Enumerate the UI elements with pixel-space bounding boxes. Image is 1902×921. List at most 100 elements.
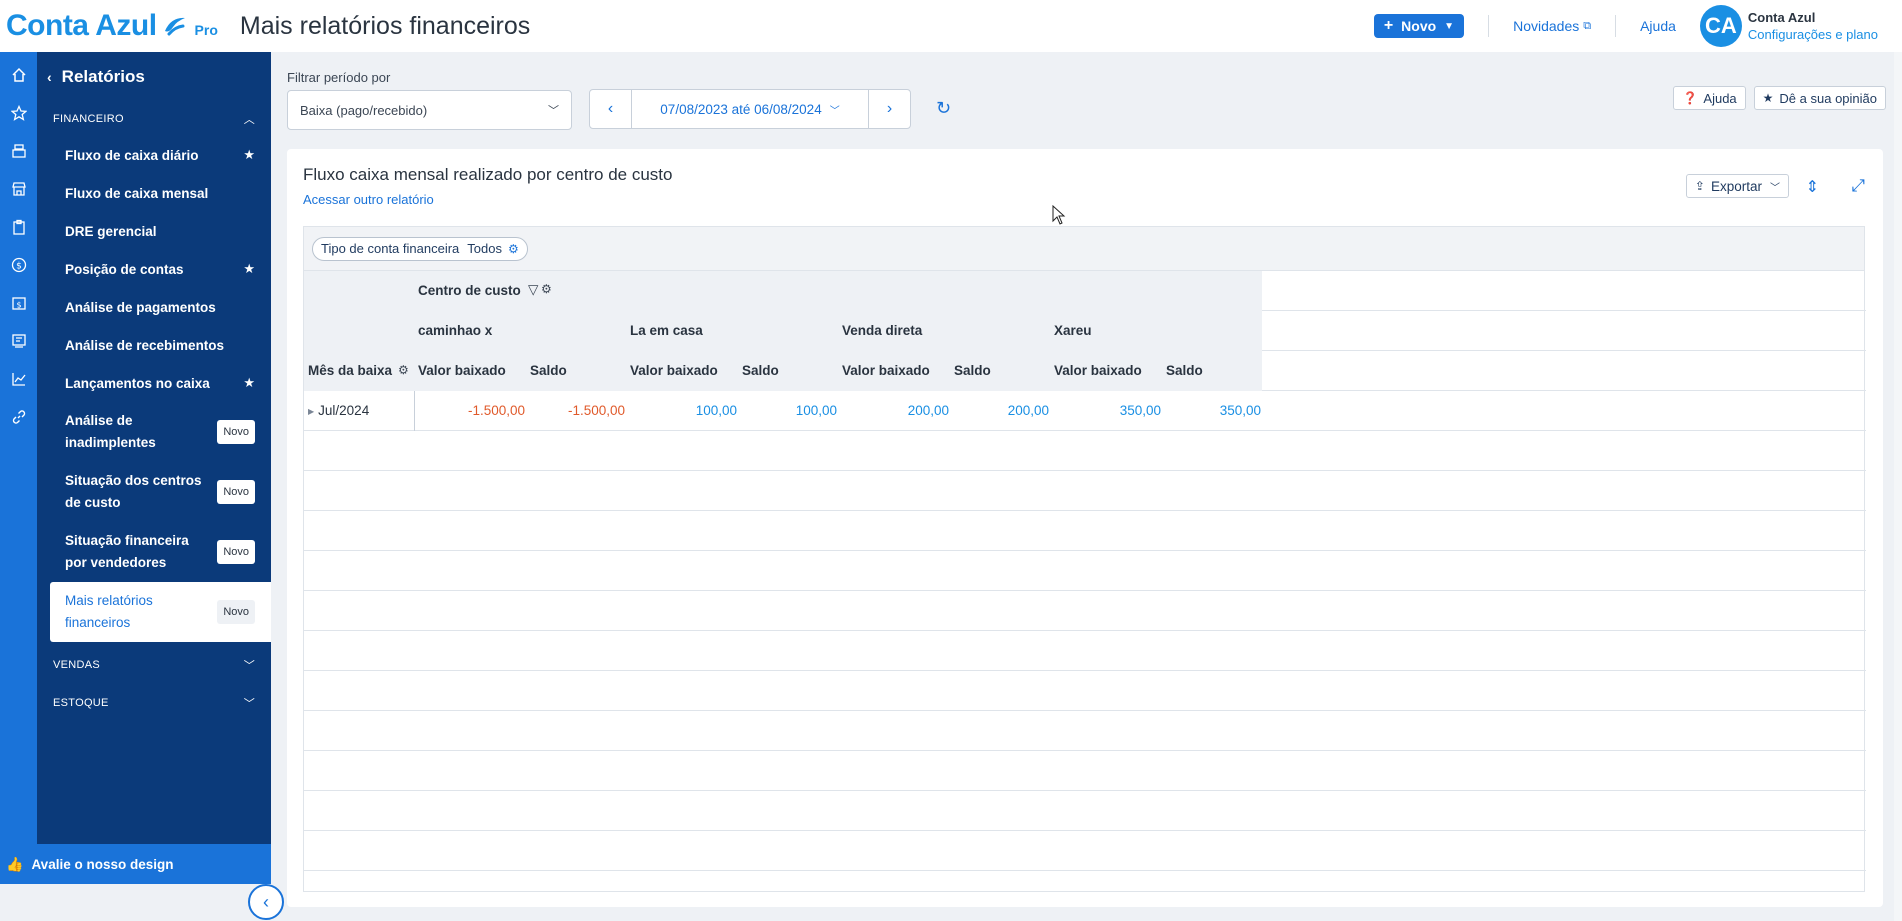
sidebar-item-label: Posição de contas <box>65 261 184 277</box>
receipt-icon[interactable] <box>0 322 37 360</box>
fullscreen-icon[interactable]: ⤢ <box>1851 176 1865 196</box>
empty-row <box>304 591 1866 631</box>
sidebar-item-analise-pagamentos[interactable]: Análise de pagamentos <box>37 288 271 326</box>
brand-logo[interactable]: Conta Azul Pro <box>6 9 218 43</box>
star-filled-icon[interactable]: ★ <box>243 375 255 391</box>
empty-row <box>304 791 1866 831</box>
account-settings-link[interactable]: Configurações e plano <box>1748 26 1878 43</box>
page-scrollbar[interactable] <box>1894 52 1902 921</box>
center-header-venda-direta: Venda direta <box>842 323 923 338</box>
empty-row <box>304 751 1866 791</box>
feedback-button[interactable]: ★ Dê a sua opinião <box>1753 86 1886 110</box>
feedback-button-label: Dê a sua opinião <box>1779 90 1877 106</box>
empty-row <box>304 471 1866 511</box>
news-link[interactable]: Novidades ⧉ <box>1489 18 1615 34</box>
new-badge: Novo <box>217 540 255 564</box>
sidebar-item-situacao-centros-custo[interactable]: Situação dos centros de custo Novo <box>37 462 271 522</box>
link-icon[interactable] <box>0 398 37 436</box>
expand-triangle-icon[interactable]: ▶ <box>308 407 314 416</box>
new-button-label: Novo <box>1401 18 1437 34</box>
account-name: Conta Azul <box>1747 10 1816 25</box>
help-buttons: ❓ Ajuda ★ Dê a sua opinião <box>1673 86 1886 110</box>
collapse-sidebar-button[interactable]: ‹ <box>248 884 284 920</box>
next-period-button[interactable]: › <box>868 90 910 128</box>
sidebar-item-fluxo-caixa-diario[interactable]: Fluxo de caixa diário ★ <box>37 136 271 174</box>
date-range-dropdown[interactable]: 07/08/2023 até 06/08/2024 ﹀ <box>632 90 868 128</box>
sidebar-item-label: Lançamentos no caixa <box>65 375 210 391</box>
empty-row <box>304 671 1866 711</box>
sidebar-item-analise-inadimplentes[interactable]: Análise de inadimplentes Novo <box>37 402 271 462</box>
cost-center-header: Centro de custo <box>418 283 521 298</box>
pivot-table: Tipo de conta financeira Todos ⚙ Centro … <box>303 226 1866 892</box>
row-label[interactable]: ▶ Jul/2024 <box>308 403 369 418</box>
export-label: Exportar <box>1710 178 1762 194</box>
sidebar-item-analise-recebimentos[interactable]: Análise de recebimentos <box>37 326 271 364</box>
sidebar-item-dre-gerencial[interactable]: DRE gerencial <box>37 212 271 250</box>
cell-value: 200,00 <box>1007 403 1049 418</box>
sidebar-item-situacao-financeira-vendedores[interactable]: Situação financeira por vendedores Novo <box>37 522 271 582</box>
empty-row <box>304 631 1866 671</box>
chevron-down-icon: ﹀ <box>829 105 840 117</box>
sidebar-item-label: Análise de recebimentos <box>65 337 225 353</box>
star-filled-icon[interactable]: ★ <box>243 147 255 163</box>
header-row-centers: caminhao x La em casa Venda direta Xareu <box>304 310 1866 351</box>
rate-design-button[interactable]: 👍 Avalie o nosso design <box>0 844 271 884</box>
row-label-text: Jul/2024 <box>318 403 370 418</box>
home-icon[interactable] <box>0 56 37 94</box>
date-range-picker: ‹ 07/08/2023 até 06/08/2024 ﹀ › <box>589 89 911 129</box>
icon-rail: $ $ <box>0 52 37 884</box>
filter-icon[interactable]: ▽ <box>528 282 538 298</box>
star-filled-icon[interactable]: ★ <box>243 261 255 277</box>
other-report-link[interactable]: Acessar outro relatório <box>303 192 434 207</box>
period-filter-select[interactable]: Baixa (pago/recebido) ﹀ <box>287 90 572 130</box>
store-icon[interactable] <box>0 170 37 208</box>
sidebar-item-fluxo-caixa-mensal[interactable]: Fluxo de caixa mensal <box>37 174 271 212</box>
plus-icon: + <box>1383 17 1394 34</box>
account-type-filter-chip[interactable]: Tipo de conta financeira Todos ⚙ <box>312 236 528 261</box>
dollar-icon[interactable]: $ <box>0 246 37 284</box>
report-panel: Fluxo caixa mensal realizado por centro … <box>287 149 1883 907</box>
section-financeiro[interactable]: FINANCEIRO ︿ <box>37 102 271 136</box>
table-filter-bar: Tipo de conta financeira Todos ⚙ <box>304 227 1864 271</box>
calendar-dollar-icon[interactable]: $ <box>0 284 37 322</box>
sidebar-item-mais-relatorios-financeiros[interactable]: Mais relatórios financeiros Novo <box>50 582 271 642</box>
sidebar-back[interactable]: ‹ Relatórios <box>37 52 271 102</box>
section-vendas[interactable]: VENDAS ﹀ <box>37 648 271 682</box>
expand-rows-icon[interactable]: ⇕ <box>1806 177 1819 197</box>
sidebar-item-posicao-contas[interactable]: Posição de contas ★ <box>37 250 271 288</box>
refresh-icon[interactable]: ↻ <box>936 98 951 119</box>
sidebar: ‹ Relatórios FINANCEIRO ︿ Fluxo de caixa… <box>0 52 271 884</box>
star-icon[interactable] <box>0 94 37 132</box>
account-menu[interactable]: Conta Azul Configurações e plano <box>1748 9 1878 43</box>
table-row[interactable]: ▶ Jul/2024 -1.500,00 -1.500,00 100,00 100… <box>304 391 1866 431</box>
section-estoque[interactable]: ESTOQUE ﹀ <box>37 686 271 720</box>
chip-value: Todos <box>467 241 502 256</box>
cash-register-icon[interactable] <box>0 132 37 170</box>
question-circle-icon: ❓ <box>1682 91 1698 105</box>
rate-design-label: Avalie o nosso design <box>31 856 174 872</box>
sidebar-item-label: Mais relatórios financeiros <box>65 593 153 630</box>
gear-icon[interactable]: ⚙ <box>508 242 519 256</box>
empty-row <box>304 711 1866 751</box>
chart-line-icon[interactable] <box>0 360 37 398</box>
center-header-la-em-casa: La em casa <box>630 323 703 338</box>
empty-row <box>304 831 1866 871</box>
col-valor-baixado: Valor baixado <box>418 363 506 378</box>
sidebar-item-label: Situação dos centros de custo <box>65 473 202 510</box>
previous-period-button[interactable]: ‹ <box>590 90 632 128</box>
help-button[interactable]: ❓ Ajuda <box>1673 86 1746 110</box>
chevron-left-icon: ‹ <box>47 69 52 85</box>
header-actions: + Novo ▼ Novidades ⧉ Ajuda CA Conta Azul… <box>1373 0 1902 52</box>
cell-value: 100,00 <box>695 403 737 418</box>
avatar[interactable]: CA <box>1699 5 1742 47</box>
new-button[interactable]: + Novo ▼ <box>1373 14 1465 38</box>
help-link[interactable]: Ajuda <box>1616 18 1700 34</box>
section-estoque-label: ESTOQUE <box>53 697 109 709</box>
clipboard-icon[interactable] <box>0 208 37 246</box>
sidebar-item-label: DRE gerencial <box>65 223 157 239</box>
export-button[interactable]: ⇪ Exportar ﹀ <box>1685 174 1789 198</box>
gear-icon[interactable]: ⚙ <box>541 282 552 296</box>
sidebar-item-lancamentos-caixa[interactable]: Lançamentos no caixa ★ <box>37 364 271 402</box>
gear-icon[interactable]: ⚙ <box>398 363 409 377</box>
new-badge: Novo <box>217 420 255 444</box>
